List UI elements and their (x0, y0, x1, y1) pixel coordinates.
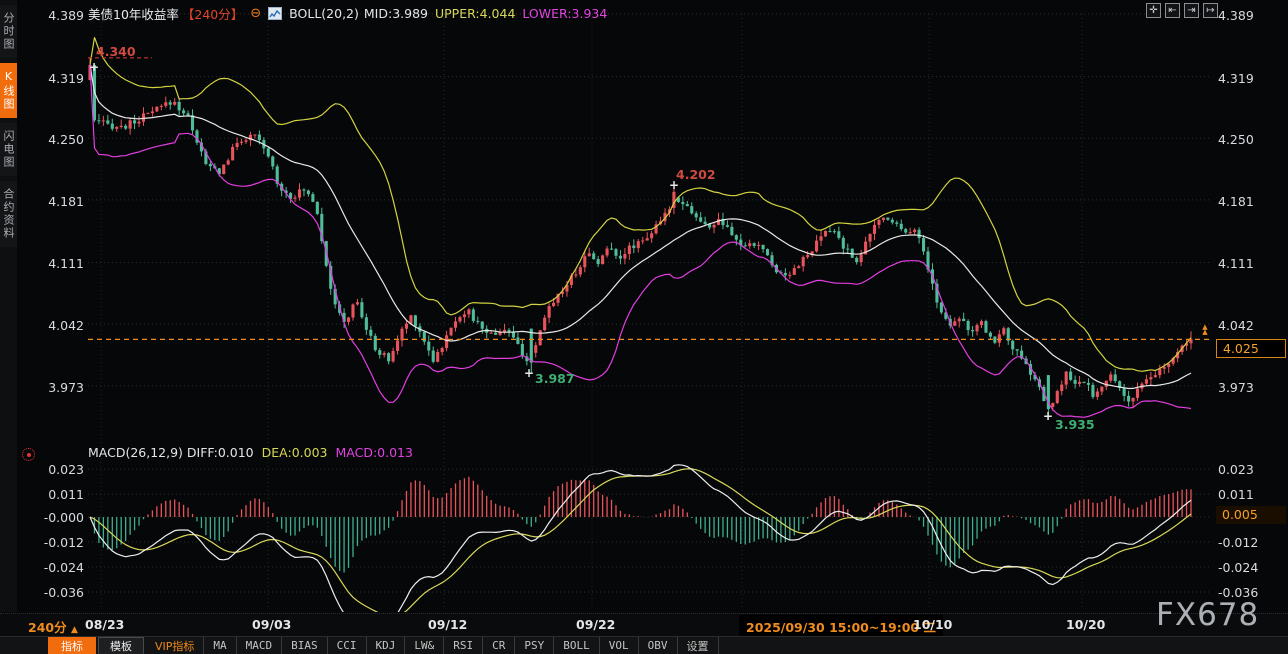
toolbar-item-MA[interactable]: MA (204, 637, 236, 654)
macd-tick-label: 0.011 (1218, 487, 1254, 502)
macd-tick-label: 0.011 (0, 487, 84, 502)
price-tick-label: 4.389 (0, 8, 84, 23)
boll-mid-value: MID:3.989 (364, 6, 428, 21)
scroll-left-icon[interactable]: ⇤ (1165, 3, 1180, 18)
macd-tick-label: -0.012 (0, 535, 84, 550)
macd-tick-label: -0.000 (0, 510, 84, 525)
boll-indicator-label: BOLL(20,2) (289, 6, 359, 21)
period-tag: 【240分】 (182, 4, 243, 23)
price-tick-label: 4.111 (0, 256, 84, 271)
annotation-late-low: 3.935 (1055, 417, 1095, 432)
macd-header: MACD(26,12,9) DIFF:0.010 DEA:0.003 MACD:… (88, 445, 413, 460)
macd-tick-label: -0.036 (0, 585, 84, 600)
collapse-icon[interactable]: ⊖ (250, 6, 261, 21)
toolbar-item-BOLL[interactable]: BOLL (554, 637, 600, 654)
time-axis-row: 240分 ▲ 2025/09/30 15:00~19:00 二 08/2309/… (0, 613, 1288, 636)
price-tick-label: 4.319 (0, 71, 84, 86)
toolbar-item-BIAS[interactable]: BIAS (282, 637, 328, 654)
macd-tick-label: 0.023 (1218, 462, 1254, 477)
alarm-icon[interactable] (22, 448, 35, 461)
toolbar-item-模板[interactable]: 模板 (98, 637, 144, 654)
toolbar-item-MACD[interactable]: MACD (237, 637, 283, 654)
price-tick-label: 4.250 (0, 132, 84, 147)
macd-tick-label: -0.024 (0, 560, 84, 575)
date-label: 08/23 (85, 617, 124, 632)
scroll-right-icon[interactable]: ⇥ (1184, 3, 1199, 18)
kline-chart-icon[interactable] (268, 7, 282, 20)
date-label: 10/10 (913, 617, 952, 632)
current-price-marker-icon: ▲▲ (1198, 325, 1212, 335)
brand-watermark: FX678 (1156, 597, 1259, 633)
macd-params-label: MACD(26,12,9) (88, 445, 183, 460)
toolbar-item-CR[interactable]: CR (483, 637, 515, 654)
price-tick-label: 4.250 (1218, 132, 1254, 147)
kline-chart-canvas[interactable] (0, 0, 1288, 654)
go-latest-icon[interactable]: ↦ (1203, 3, 1218, 18)
price-tick-label: 3.973 (1218, 380, 1254, 395)
date-label: 09/03 (252, 617, 291, 632)
toolbar-item-KDJ[interactable]: KDJ (367, 637, 406, 654)
macd-diff-value: DIFF:0.010 (187, 445, 254, 460)
extreme-marker-cross: + (524, 366, 534, 380)
annotation-start-high: 4.340 (96, 44, 136, 59)
date-label: 10/20 (1066, 617, 1105, 632)
pan-icon[interactable]: ✛ (1146, 3, 1161, 18)
macd-dea-value: DEA:0.003 (262, 445, 328, 460)
trading-app: 分时图K线图闪电图合约资料 美债10年收益率 【240分】 ⊖ BOLL(20,… (0, 0, 1288, 654)
price-tick-label: 4.319 (1218, 71, 1254, 86)
annotation-mid-low: 3.987 (535, 371, 575, 386)
toolbar-item-LW&[interactable]: LW& (405, 637, 444, 654)
macd-tick-label: -0.024 (1218, 560, 1258, 575)
toolbar-item-设置[interactable]: 设置 (678, 637, 719, 654)
symbol-title: 美债10年收益率 (88, 4, 179, 23)
price-tick-label: 4.042 (0, 318, 84, 333)
period-selector[interactable]: 240分 ▲ (28, 617, 78, 636)
price-tick-label: 4.181 (0, 194, 84, 209)
price-tick-label: 4.181 (1218, 194, 1254, 209)
annotation-peak-high: 4.202 (676, 167, 716, 182)
toolbar-item-RSI[interactable]: RSI (444, 637, 483, 654)
price-tick-label: 4.111 (1218, 256, 1254, 271)
macd-tick-label: -0.012 (1218, 535, 1258, 550)
price-tick-label: 3.973 (0, 380, 84, 395)
chevron-up-icon: ▲ (71, 625, 78, 635)
date-label: 09/12 (428, 617, 467, 632)
toolbar-item-VOL[interactable]: VOL (600, 637, 639, 654)
price-tick-label: 4.042 (1218, 318, 1254, 333)
toolbar-item-VIP指标[interactable]: VIP指标 (146, 637, 204, 654)
current-price-box: 4.025 (1216, 339, 1286, 358)
macd-macd-value: MACD:0.013 (336, 445, 413, 460)
toolbar-item-PSY[interactable]: PSY (515, 637, 554, 654)
toolbar-item-OBV[interactable]: OBV (639, 637, 678, 654)
extreme-marker-cross: + (669, 178, 679, 192)
extreme-marker-cross: + (1043, 409, 1053, 423)
date-label: 09/22 (576, 617, 615, 632)
toolbar-spacer (0, 637, 48, 654)
boll-lower-value: LOWER:3.934 (522, 6, 607, 21)
boll-upper-value: UPPER:4.044 (435, 6, 515, 21)
sidebar-tab-3[interactable]: 合约资料 (0, 181, 17, 247)
current-macd-box: 0.005 (1216, 506, 1286, 524)
toolbar-item-CCI[interactable]: CCI (328, 637, 367, 654)
macd-tick-label: 0.023 (0, 462, 84, 477)
chart-nav-buttons: ✛ ⇤ ⇥ ↦ (1146, 3, 1218, 18)
chart-header: 美债10年收益率 【240分】 ⊖ BOLL(20,2) MID:3.989 U… (88, 5, 607, 22)
sidebar-tab-2[interactable]: 闪电图 (0, 123, 17, 176)
extreme-marker-cross: + (89, 60, 99, 74)
price-tick-label: 4.389 (1218, 8, 1254, 23)
toolbar-item-指标[interactable]: 指标 (48, 637, 96, 654)
indicator-toolbar: 指标模板VIP指标MAMACDBIASCCIKDJLW&RSICRPSYBOLL… (0, 636, 1288, 654)
